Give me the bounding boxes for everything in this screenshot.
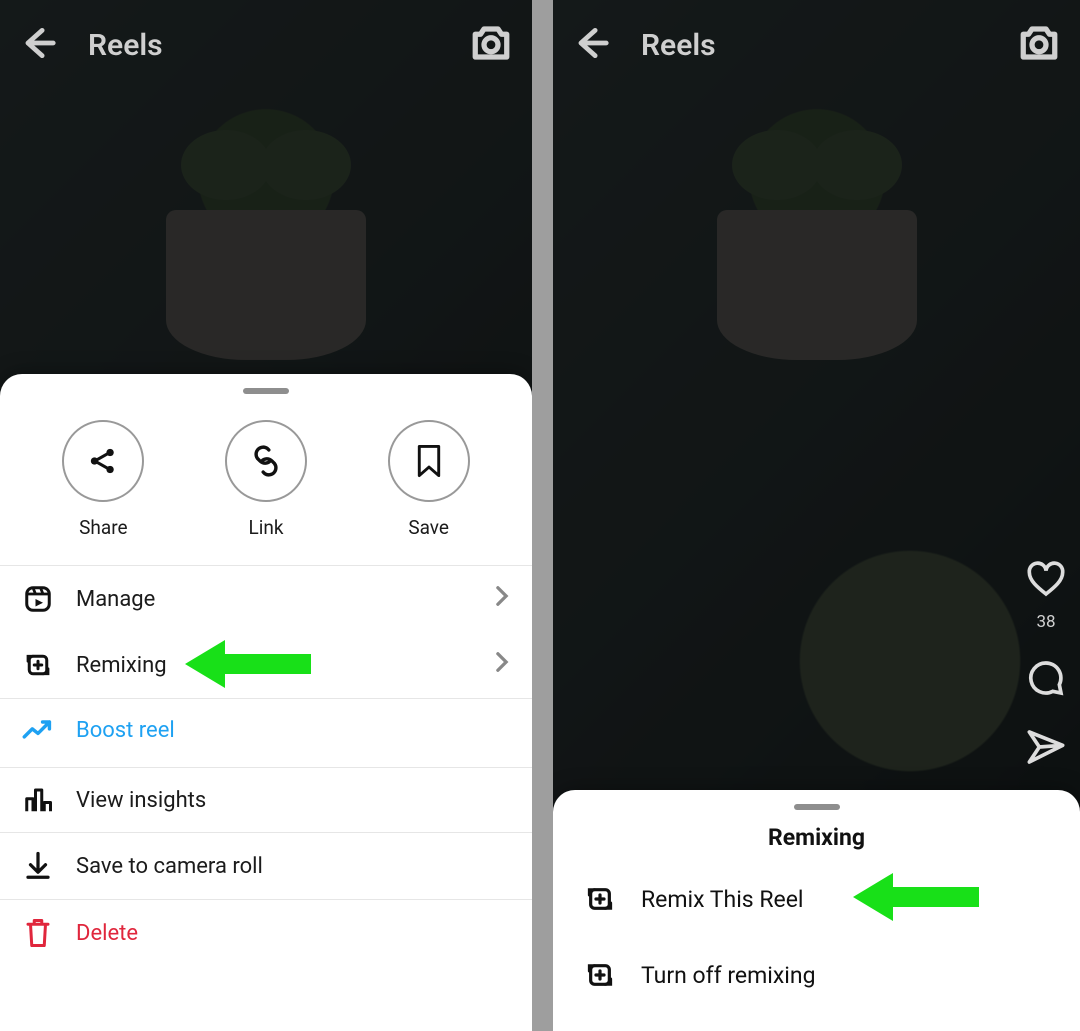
- link-label: Link: [248, 516, 283, 539]
- camera-icon[interactable]: [1018, 22, 1060, 68]
- save-label: Save: [408, 516, 449, 539]
- screenshot-gap: [532, 0, 553, 1031]
- back-icon[interactable]: [20, 24, 58, 66]
- sheet-grabber[interactable]: [243, 388, 289, 394]
- boost-reel-row[interactable]: Boost reel: [0, 699, 532, 761]
- insights-icon: [22, 786, 54, 814]
- remix-icon: [22, 650, 54, 680]
- chevron-right-icon: [494, 585, 510, 613]
- engagement-column: 38: [1026, 560, 1066, 770]
- trend-up-icon: [22, 717, 54, 743]
- remixing-sheet: Remixing Remix This Reel Turn off remixi…: [553, 790, 1080, 1031]
- manage-icon: [22, 584, 54, 614]
- view-insights-row[interactable]: View insights: [0, 768, 532, 832]
- remixing-label: Remixing: [76, 653, 167, 678]
- screenshot-left: Reels Share Link Sa: [0, 0, 532, 1031]
- sheet-grabber[interactable]: [794, 804, 840, 810]
- insights-label: View insights: [76, 788, 206, 813]
- screenshot-right: Reels 38 Remixing Remix This Reel: [553, 0, 1080, 1031]
- chevron-right-icon: [494, 651, 510, 679]
- remix-this-label: Remix This Reel: [641, 886, 804, 913]
- like-icon[interactable]: [1026, 560, 1066, 602]
- delete-row[interactable]: Delete: [0, 900, 532, 966]
- camera-icon[interactable]: [470, 22, 512, 68]
- trash-icon: [22, 918, 54, 948]
- remix-icon: [583, 883, 617, 915]
- top-bar: Reels: [553, 0, 1080, 90]
- download-icon: [22, 851, 54, 881]
- save-button[interactable]: [388, 420, 470, 502]
- link-button[interactable]: [225, 420, 307, 502]
- action-sheet: Share Link Save Manage: [0, 374, 532, 1031]
- remixing-row[interactable]: Remixing: [0, 632, 532, 698]
- share-button[interactable]: [62, 420, 144, 502]
- share-label: Share: [79, 516, 127, 539]
- manage-row[interactable]: Manage: [0, 566, 532, 632]
- back-icon[interactable]: [573, 24, 611, 66]
- turn-off-label: Turn off remixing: [641, 962, 816, 989]
- annotation-arrow: [185, 636, 311, 692]
- turn-off-remixing-row[interactable]: Turn off remixing: [553, 937, 1080, 1013]
- page-title: Reels: [88, 28, 163, 63]
- page-title: Reels: [641, 28, 716, 63]
- boost-label: Boost reel: [76, 718, 175, 743]
- save-camera-roll-row[interactable]: Save to camera roll: [0, 833, 532, 899]
- delete-label: Delete: [76, 921, 138, 946]
- annotation-arrow: [853, 869, 979, 925]
- comment-icon[interactable]: [1026, 658, 1066, 702]
- manage-label: Manage: [76, 587, 155, 612]
- quick-actions-row: Share Link Save: [0, 412, 532, 565]
- remix-this-reel-row[interactable]: Remix This Reel: [553, 861, 1080, 937]
- top-bar: Reels: [0, 0, 532, 90]
- send-icon[interactable]: [1026, 728, 1066, 770]
- remix-icon: [583, 959, 617, 991]
- like-count: 38: [1036, 612, 1055, 632]
- sheet-title: Remixing: [553, 824, 1080, 851]
- save-roll-label: Save to camera roll: [76, 854, 263, 879]
